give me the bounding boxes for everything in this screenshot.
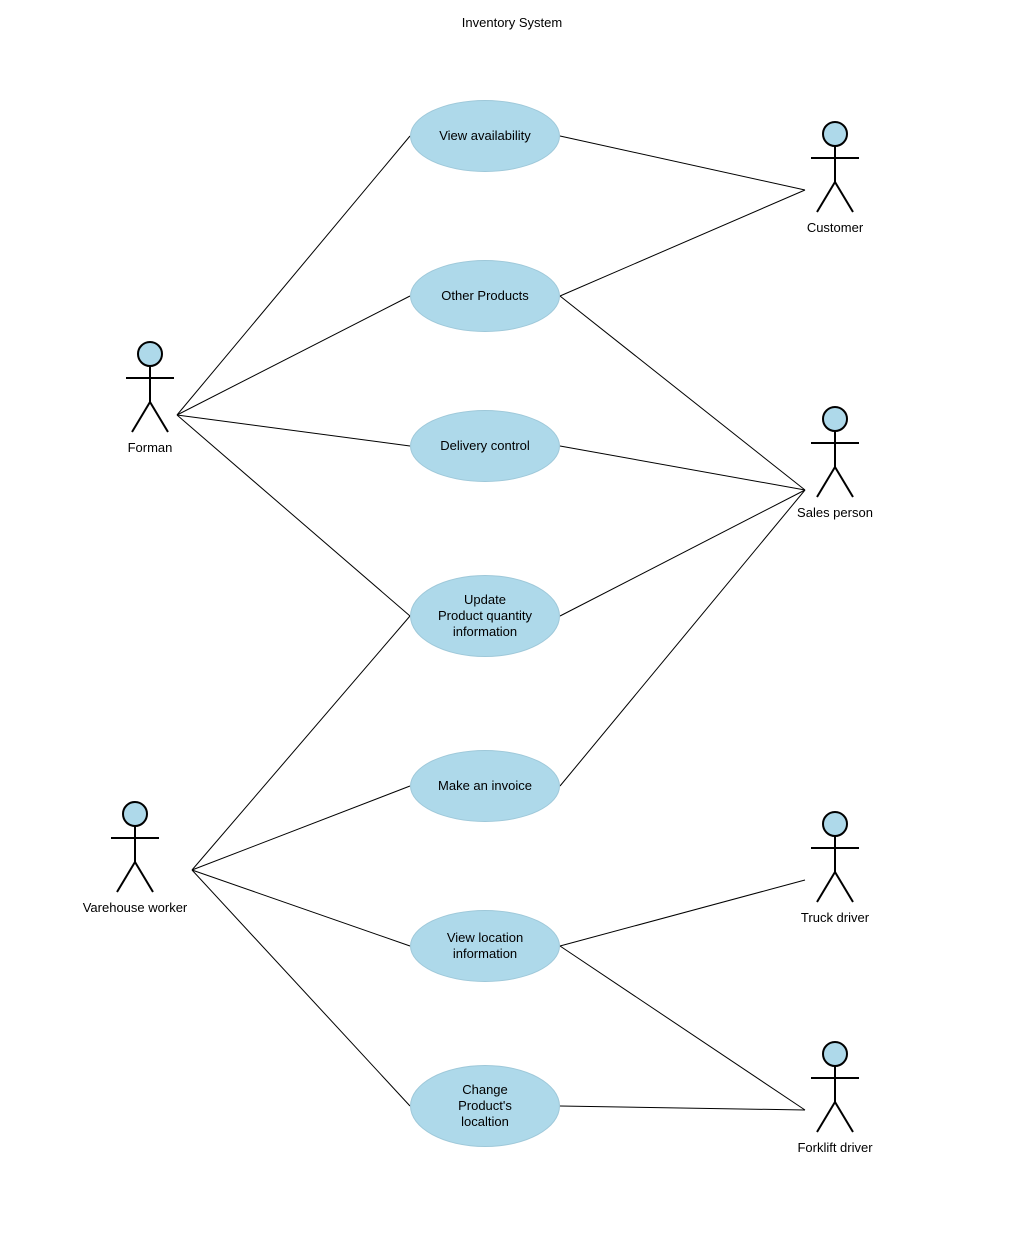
usecase-other-products: Other Products [410,260,560,332]
person-icon [122,340,178,436]
usecase-make-invoice: Make an invoice [410,750,560,822]
usecase-update-product-qty-label: UpdateProduct quantityinformation [438,592,532,641]
actor-truck-driver-label: Truck driver [775,910,895,925]
diagram-title: Inventory System [0,15,1024,30]
person-icon [807,1040,863,1136]
actor-forman-label: Forman [90,440,210,455]
usecase-change-location-label: ChangeProduct'slocaltion [458,1082,512,1131]
usecase-view-availability: View availability [410,100,560,172]
usecase-update-product-qty: UpdateProduct quantityinformation [410,575,560,657]
actor-varehouse-worker-label: Varehouse worker [75,900,195,915]
usecase-other-products-label: Other Products [441,288,528,304]
actor-sales-person-label: Sales person [775,505,895,520]
person-icon [807,405,863,501]
usecase-delivery-control: Delivery control [410,410,560,482]
person-icon [107,800,163,896]
usecase-view-location: View locationinformation [410,910,560,982]
actor-forman: Forman [90,340,210,455]
actor-sales-person: Sales person [775,405,895,520]
actor-forklift-driver-label: Forklift driver [775,1140,895,1155]
usecase-view-availability-label: View availability [439,128,531,144]
actor-truck-driver: Truck driver [775,810,895,925]
actor-varehouse-worker: Varehouse worker [75,800,195,915]
usecase-delivery-control-label: Delivery control [440,438,530,454]
actor-customer-label: Customer [775,220,895,235]
person-icon [807,120,863,216]
actor-forklift-driver: Forklift driver [775,1040,895,1155]
usecase-view-location-label: View locationinformation [447,930,523,963]
actor-customer: Customer [775,120,895,235]
usecase-make-invoice-label: Make an invoice [438,778,532,794]
usecase-change-location: ChangeProduct'slocaltion [410,1065,560,1147]
person-icon [807,810,863,906]
